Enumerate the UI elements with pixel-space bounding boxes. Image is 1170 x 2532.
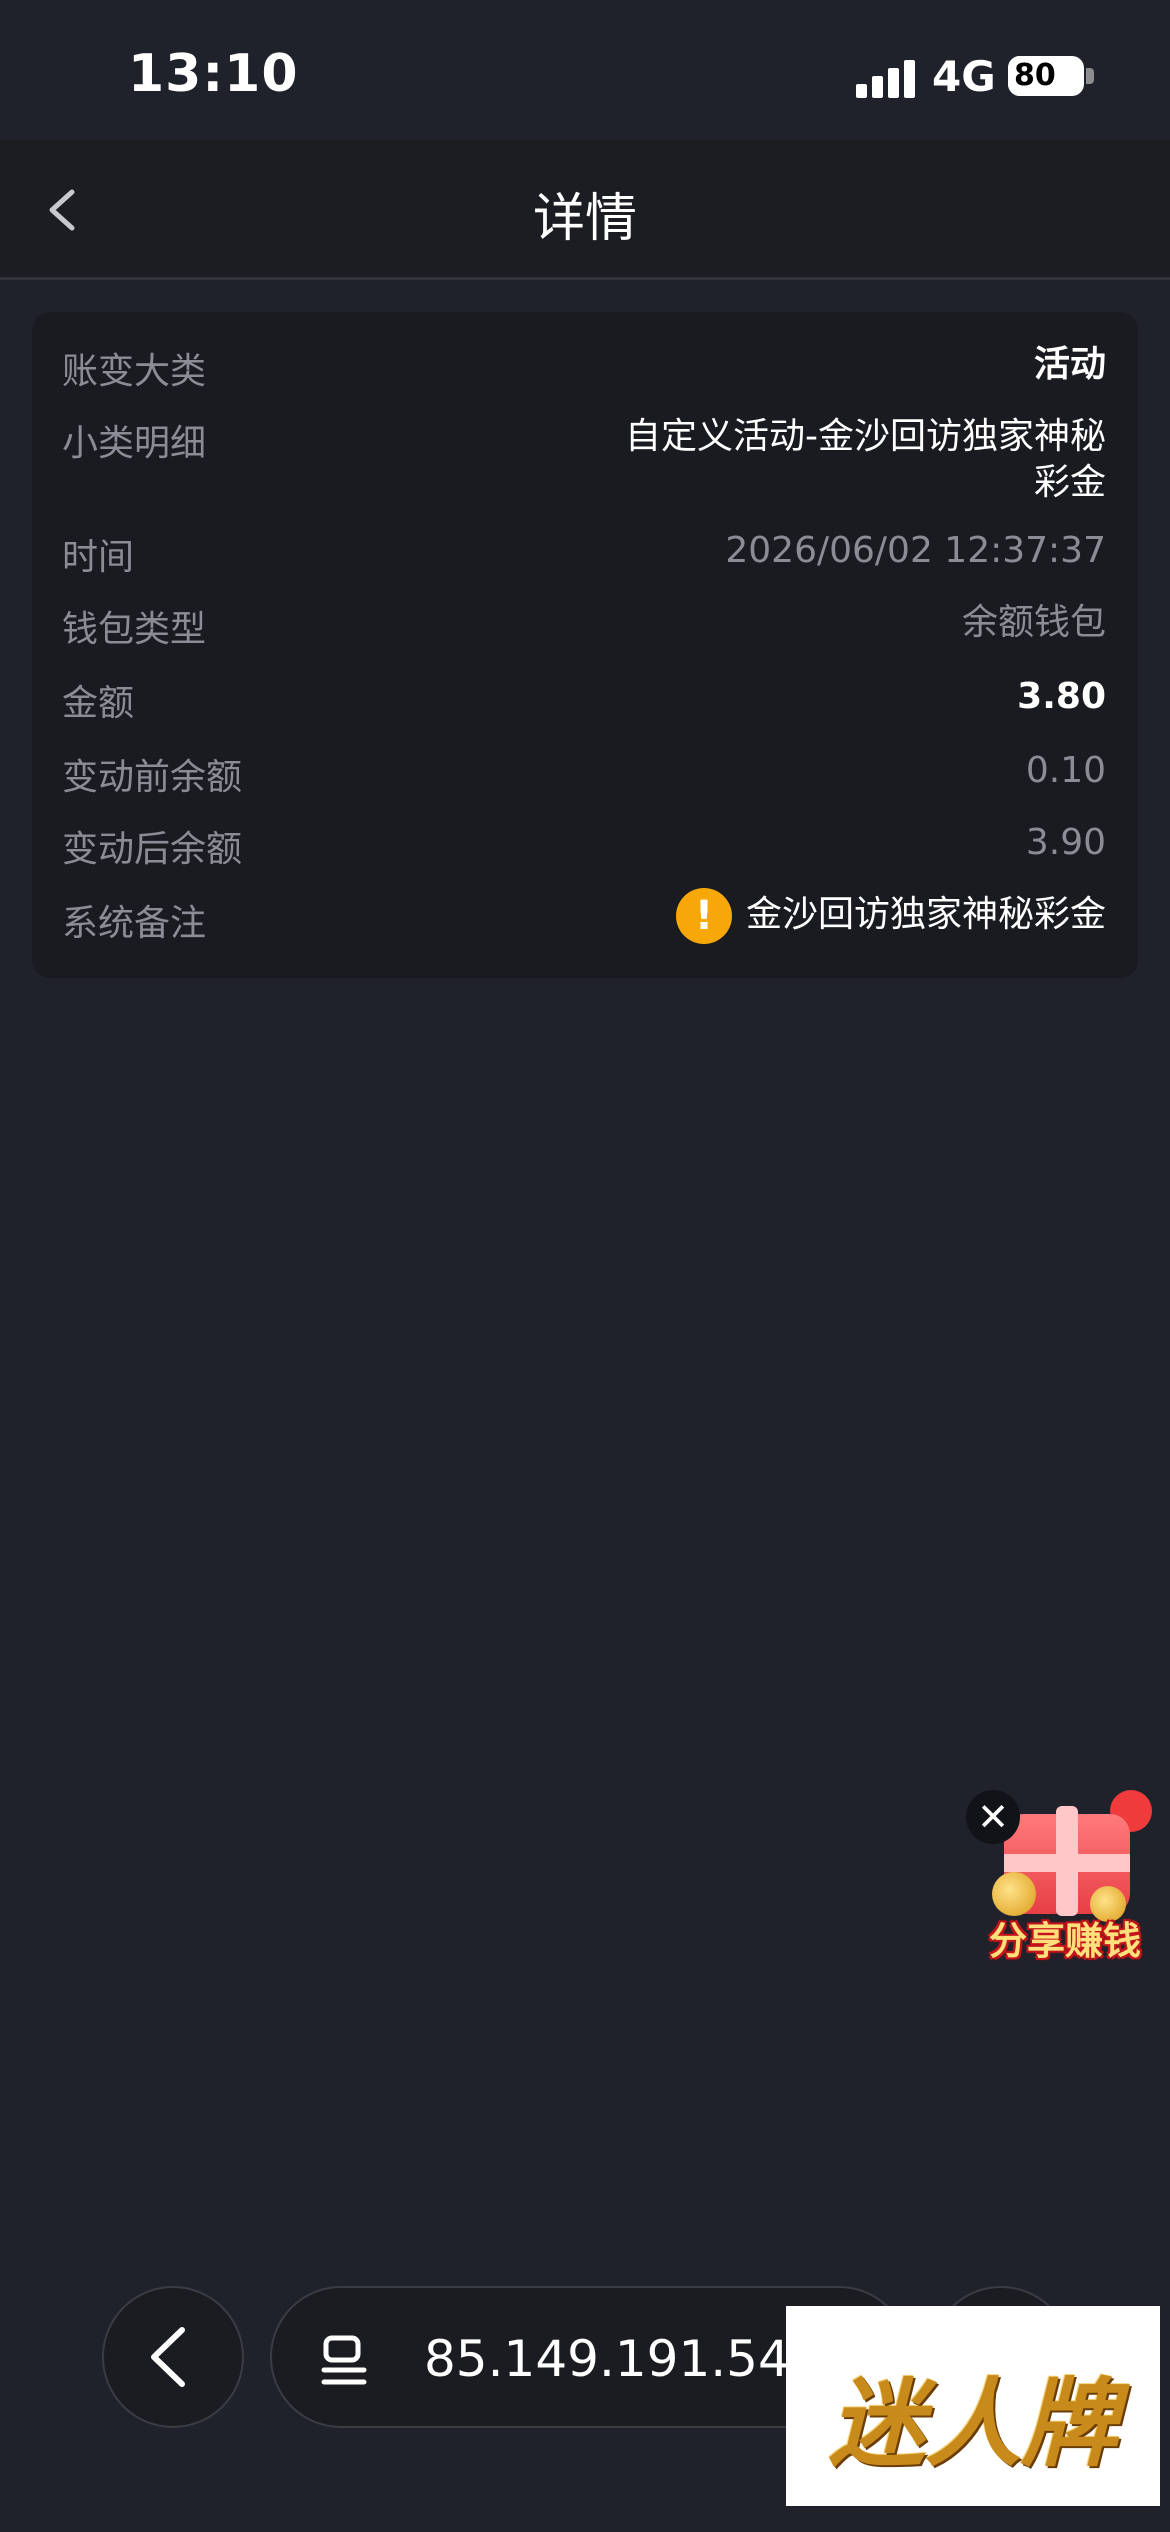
detail-label: 变动后余额 — [62, 829, 243, 870]
share-earn-widget[interactable]: ✕ 分享赚钱 — [962, 1782, 1162, 1972]
battery-cap — [1086, 68, 1094, 84]
detail-label: 变动前余额 — [62, 757, 243, 798]
detail-label: 钱包类型 — [62, 609, 207, 650]
detail-value: 0.10 — [1025, 750, 1106, 791]
gift-ribbon — [1004, 1854, 1130, 1872]
detail-value: ! 金沙回访独家神秘彩金 — [675, 888, 1106, 944]
warning-icon: ! — [675, 888, 732, 944]
status-bar: 13:10 4G 80 — [0, 0, 1170, 140]
detail-label: 金额 — [62, 683, 135, 724]
detail-value: 2026/06/02 12:37:37 — [725, 530, 1106, 571]
status-time: 13:10 — [128, 44, 299, 104]
tab-list-icon — [321, 2335, 367, 2385]
url-text: 85.149.191.54 — [424, 2330, 790, 2388]
detail-label: 系统备注 — [62, 903, 207, 944]
detail-value-line: 彩金 — [1033, 462, 1106, 503]
battery-icon: 80 — [1008, 56, 1084, 96]
detail-value-line: 自定义活动-金沙回访独家神秘 — [625, 416, 1106, 457]
detail-value: 3.80 — [1017, 676, 1106, 717]
browser-back-button[interactable] — [102, 2286, 244, 2428]
note-text: 金沙回访独家神秘彩金 — [745, 894, 1106, 935]
network-type: 4G — [932, 52, 996, 101]
detail-value: 活动 — [1033, 344, 1106, 385]
nav-bar: 详情 — [0, 140, 1170, 280]
signal-icon — [856, 58, 916, 98]
detail-card: 账变大类 活动 小类明细 自定义活动-金沙回访独家神秘 彩金 时间 2026/0… — [32, 312, 1138, 978]
detail-label: 时间 — [62, 537, 135, 578]
page-title: 详情 — [532, 189, 637, 249]
watermark-text: 迷人牌 — [829, 2368, 1117, 2480]
close-icon[interactable]: ✕ — [966, 1790, 1020, 1844]
detail-label: 账变大类 — [62, 351, 207, 392]
detail-value: 余额钱包 — [961, 602, 1106, 643]
chevron-left-icon — [151, 2327, 185, 2387]
detail-label: 小类明细 — [62, 423, 207, 464]
watermark: 迷人牌 — [786, 2306, 1160, 2506]
detail-value: 自定义活动-金沙回访独家神秘 彩金 — [625, 414, 1106, 506]
battery-level: 80 — [1014, 58, 1056, 93]
detail-value: 3.90 — [1025, 822, 1106, 863]
share-earn-label: 分享赚钱 — [988, 1919, 1141, 1963]
